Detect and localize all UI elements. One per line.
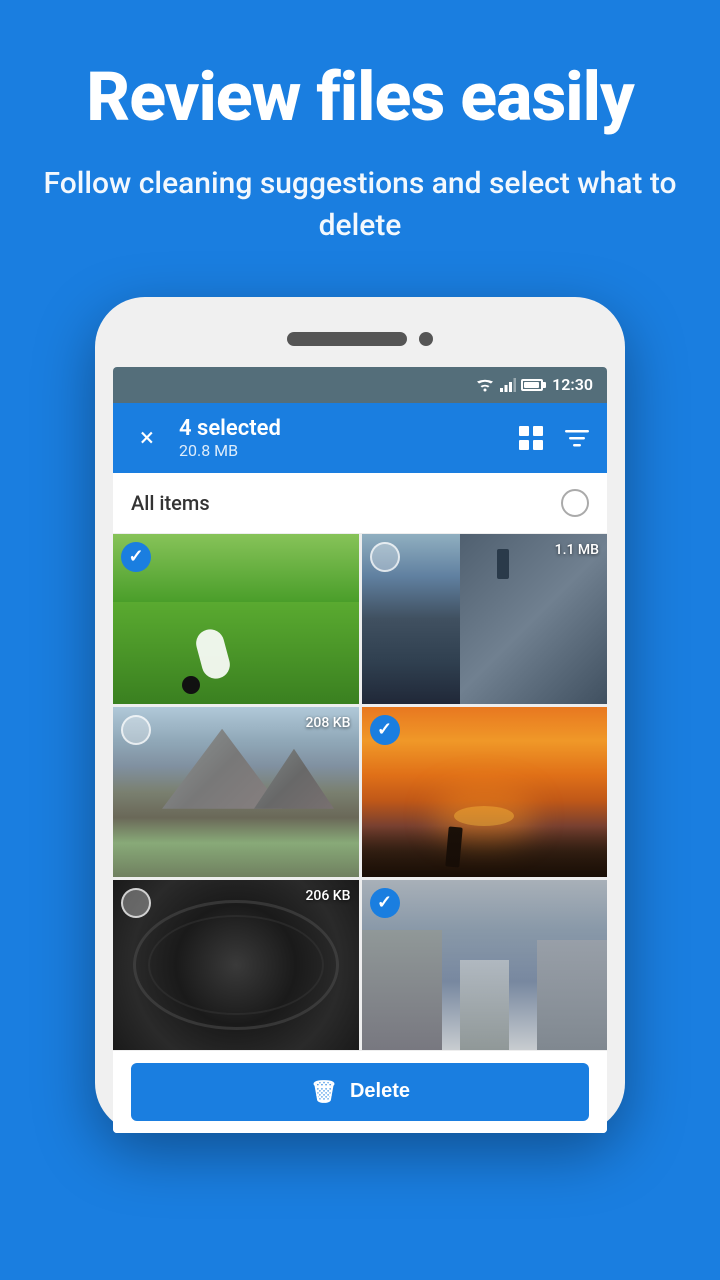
app-bar: × 4 selected 20.8 MB [113,403,607,473]
checkbox-grass[interactable]: ✓ [121,542,151,572]
phone-notch [113,315,607,363]
grid-item-sunset[interactable]: ✓ [362,707,608,877]
delete-bar: 🗑 Delete [113,1050,607,1133]
checkbox-cliff[interactable] [370,542,400,572]
checkbox-sunset[interactable]: ✓ [370,715,400,745]
main-title: Review files easily [40,60,680,135]
delete-label: Delete [350,1080,410,1103]
close-button[interactable]: × [129,420,165,456]
all-items-label: All items [131,491,210,515]
grid-item-grass[interactable]: ✓ [113,534,359,704]
phone-screen: 12:30 × 4 selected 20.8 MB [113,367,607,1133]
phone-mockup: 12:30 × 4 selected 20.8 MB [95,297,625,1133]
grid-item-buildings[interactable]: ✓ [362,880,608,1050]
grid-item-spiral[interactable]: 206 KB [113,880,359,1050]
grid-item-cliff[interactable]: 1.1 MB [362,534,608,704]
phone-speaker [287,332,407,346]
grid-item-mountain[interactable]: 208 KB [113,707,359,877]
selected-count: 4 selected [179,416,503,441]
all-items-row[interactable]: All items [113,473,607,534]
delete-button[interactable]: 🗑 Delete [131,1063,589,1121]
all-items-checkbox[interactable] [561,489,589,517]
checkbox-buildings[interactable]: ✓ [370,888,400,918]
wifi-icon [475,378,495,392]
app-bar-actions [517,424,591,452]
status-icons: 12:30 [475,375,593,394]
battery-icon [521,379,543,391]
item-size-cliff: 1.1 MB [555,542,599,558]
header-section: Review files easily Follow cleaning sugg… [0,0,720,267]
status-time: 12:30 [552,375,593,394]
status-bar: 12:30 [113,367,607,403]
trash-icon: 🗑 [310,1079,338,1105]
image-grid: ✓ 1.1 MB 208 KB [113,534,607,1050]
phone-camera [419,332,433,346]
selected-info: 4 selected 20.8 MB [179,416,503,460]
item-size-mountain: 208 KB [305,715,350,731]
grid-icon[interactable] [517,424,545,452]
sort-icon[interactable] [563,424,591,452]
selected-size: 20.8 MB [179,441,503,460]
checkbox-mountain[interactable] [121,715,151,745]
checkbox-spiral[interactable] [121,888,151,918]
subtitle: Follow cleaning suggestions and select w… [40,163,680,247]
item-size-spiral: 206 KB [305,888,350,904]
signal-icon [500,378,516,392]
